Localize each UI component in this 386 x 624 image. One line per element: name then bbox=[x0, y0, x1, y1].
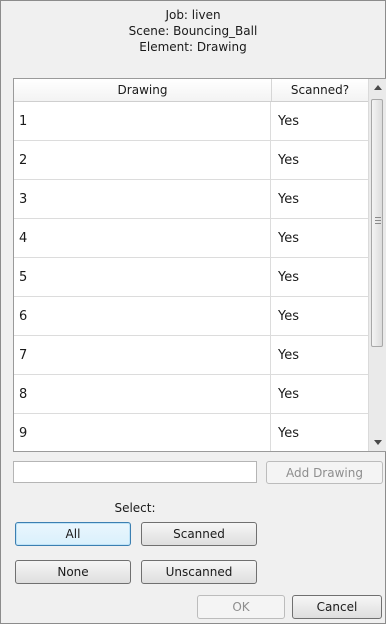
scanned-cell: Yes bbox=[278, 425, 299, 441]
scanned-cell: Yes bbox=[278, 308, 299, 324]
select-unscanned-button[interactable]: Unscanned bbox=[141, 560, 257, 584]
job-label: Job: liven bbox=[165, 8, 221, 22]
drawing-cell: 2 bbox=[14, 141, 271, 179]
table-row[interactable]: 5 Yes bbox=[14, 258, 368, 297]
table-body: 1 Yes 2 Yes 3 Yes 4 Yes 5 Yes 6 Yes 7 Ye… bbox=[14, 102, 368, 451]
select-label: Select: bbox=[114, 501, 156, 515]
table-row[interactable]: 4 Yes bbox=[14, 219, 368, 258]
column-header-scanned[interactable]: Scanned? bbox=[272, 79, 368, 101]
table-row[interactable]: 3 Yes bbox=[14, 180, 368, 219]
drawing-cell: 8 bbox=[14, 375, 271, 413]
table-row[interactable]: 8 Yes bbox=[14, 375, 368, 414]
scanned-cell: Yes bbox=[278, 152, 299, 168]
select-none-button[interactable]: None bbox=[15, 560, 131, 584]
table-header: Drawing Scanned? bbox=[14, 79, 368, 102]
column-header-drawing[interactable]: Drawing bbox=[14, 79, 272, 101]
scene-label: Scene: Bouncing_Ball bbox=[128, 24, 258, 38]
scanned-cell: Yes bbox=[278, 113, 299, 129]
table-row[interactable]: 7 Yes bbox=[14, 336, 368, 375]
arrow-down-icon[interactable] bbox=[369, 434, 386, 451]
scanned-cell: Yes bbox=[278, 347, 299, 363]
arrow-up-icon[interactable] bbox=[369, 79, 386, 96]
table-row[interactable]: 9 Yes bbox=[14, 414, 368, 451]
select-all-button[interactable]: All bbox=[15, 522, 131, 546]
table-row[interactable]: 6 Yes bbox=[14, 297, 368, 336]
element-label: Element: Drawing bbox=[139, 40, 247, 54]
drawing-cell: 3 bbox=[14, 180, 271, 218]
ok-button[interactable]: OK bbox=[197, 595, 285, 619]
add-drawing-button[interactable]: Add Drawing bbox=[266, 461, 383, 484]
table-row[interactable]: 1 Yes bbox=[14, 102, 368, 141]
drawing-cell: 6 bbox=[14, 297, 271, 335]
dialog-header: Job: liven Scene: Bouncing_Ball Element:… bbox=[1, 7, 385, 55]
drawing-cell: 5 bbox=[14, 258, 271, 296]
scanned-cell: Yes bbox=[278, 191, 299, 207]
scan-drawings-dialog: Job: liven Scene: Bouncing_Ball Element:… bbox=[0, 0, 386, 624]
drawing-cell: 1 bbox=[14, 102, 271, 140]
scanned-cell: Yes bbox=[278, 230, 299, 246]
drawing-cell: 4 bbox=[14, 219, 271, 257]
scanned-cell: Yes bbox=[278, 386, 299, 402]
drawings-table[interactable]: Drawing Scanned? 1 Yes 2 Yes 3 Yes 4 Yes… bbox=[13, 78, 386, 452]
drawing-name-input[interactable] bbox=[13, 461, 257, 483]
select-scanned-button[interactable]: Scanned bbox=[141, 522, 257, 546]
scanned-cell: Yes bbox=[278, 269, 299, 285]
table-row[interactable]: 2 Yes bbox=[14, 141, 368, 180]
scrollbar-thumb[interactable] bbox=[371, 99, 383, 347]
vertical-scrollbar[interactable] bbox=[368, 79, 386, 451]
drawing-cell: 9 bbox=[14, 414, 271, 451]
cancel-button[interactable]: Cancel bbox=[292, 595, 382, 619]
grip-icon bbox=[375, 217, 381, 226]
drawing-cell: 7 bbox=[14, 336, 271, 374]
